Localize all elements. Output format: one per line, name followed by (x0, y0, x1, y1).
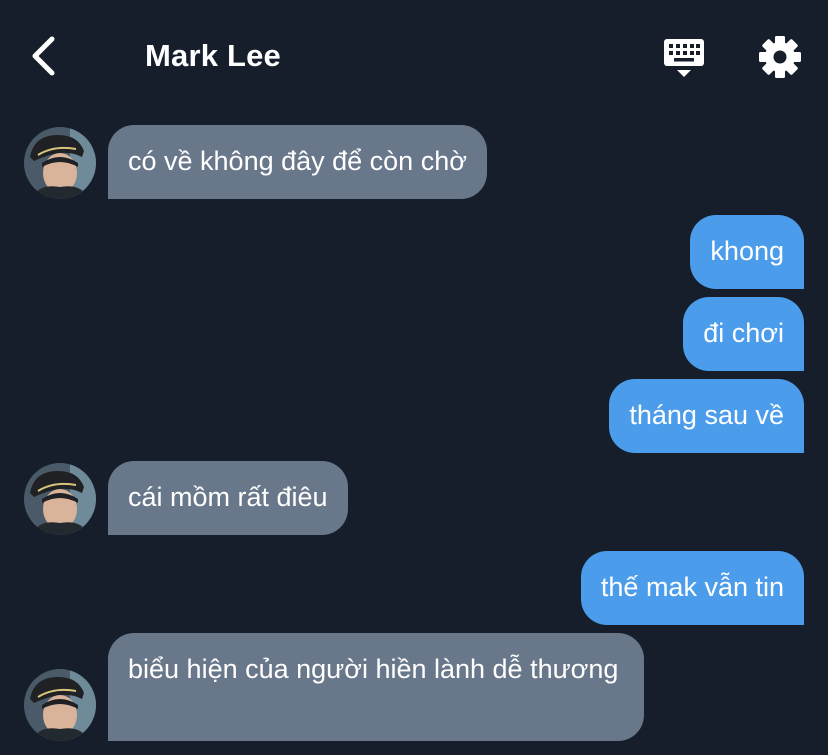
gear-icon (759, 36, 801, 78)
contact-avatar-image (24, 463, 96, 535)
avatar[interactable] (24, 463, 96, 535)
message-bubble-incoming[interactable]: cái mồm rất điêu (108, 461, 348, 535)
message-text: thế mak vẫn tin (600, 572, 784, 602)
keyboard-hide-icon (664, 39, 704, 77)
chat-header: Mark Lee (0, 0, 828, 112)
message-bubble-outgoing[interactable]: tháng sau về (609, 379, 804, 453)
message-bubble-incoming[interactable]: biểu hiện của người hiền lành dễ thương (108, 633, 644, 741)
keyboard-toggle-button[interactable] (662, 36, 706, 80)
page-title: Mark Lee (145, 38, 281, 73)
message-bubble-outgoing[interactable]: đi chơi (683, 297, 804, 371)
back-button[interactable] (22, 34, 66, 78)
message-bubble-outgoing[interactable]: khong (690, 215, 804, 289)
settings-button[interactable] (756, 33, 804, 81)
message-text: đi chơi (703, 318, 784, 348)
contact-avatar-image (24, 127, 96, 199)
message-text: cái mồm rất điêu (128, 482, 328, 512)
avatar[interactable] (24, 127, 96, 199)
chevron-left-icon (32, 36, 55, 76)
message-text: tháng sau về (629, 400, 784, 430)
message-text: khong (710, 236, 784, 266)
contact-avatar-image (24, 669, 96, 741)
message-text: biểu hiện của người hiền lành dễ thương (128, 654, 619, 684)
message-bubble-incoming[interactable]: có về không đây để còn chờ (108, 125, 487, 199)
message-text: có về không đây để còn chờ (128, 146, 467, 176)
message-bubble-outgoing[interactable]: thế mak vẫn tin (580, 551, 804, 625)
avatar[interactable] (24, 669, 96, 741)
